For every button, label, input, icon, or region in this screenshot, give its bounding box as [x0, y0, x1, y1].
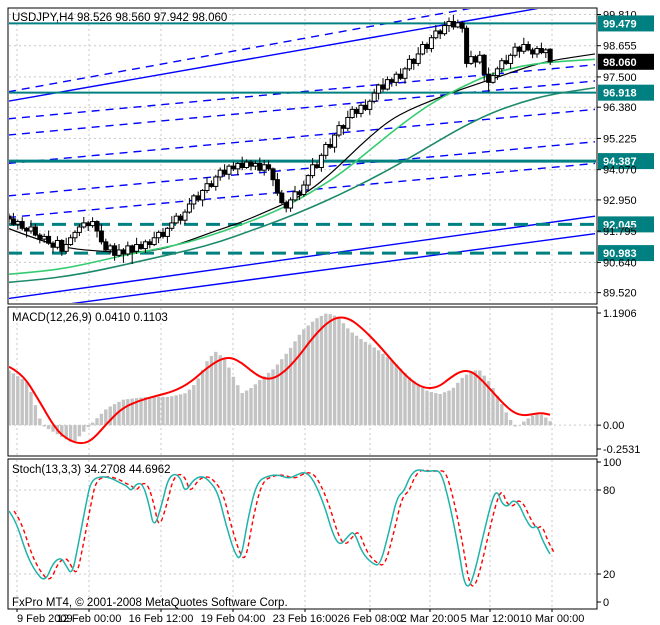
copyright-text: FxPro MT4, © 2001-2008 MetaQuotes Softwa… [12, 597, 288, 609]
time-axis-label: 19 Feb 04:00 [201, 613, 266, 625]
price-tick-label: 95.225 [603, 133, 637, 145]
symbol-title: USDJPY,H4 98.526 98.560 97.942 98.060 [12, 12, 227, 24]
stoch-axis-label: 0 [603, 597, 609, 609]
macd-axis-label: 0.00 [603, 420, 624, 432]
macd-title: MACD(12,26,9) 0.0410 0.1103 [12, 312, 168, 324]
time-axis-label: 16 Feb 12:00 [129, 613, 194, 625]
time-axis-label: 10 Mar 00:00 [520, 613, 585, 625]
time-axis-label: 2 Mar 20:00 [401, 613, 460, 625]
stoch-axis-label: 20 [603, 569, 615, 581]
time-axis-label: 26 Feb 08:00 [338, 613, 403, 625]
macd-axis-label: -0.2531 [603, 444, 640, 456]
price-badge-label: 98.060 [603, 57, 637, 69]
price-tick-label: 98.655 [603, 41, 637, 53]
stoch-axis-label: 80 [603, 485, 615, 497]
price-tick-label: 91.795 [603, 226, 637, 238]
price-tick-label: 96.380 [603, 102, 637, 114]
main-chart-panel[interactable] [7, 7, 598, 305]
stoch-axis-label: 100 [603, 457, 621, 469]
price-tick-label: 89.520 [603, 288, 637, 300]
stoch-panel[interactable] [7, 458, 598, 610]
price-tick-label: 94.070 [603, 165, 637, 177]
price-tick-label: 90.640 [603, 257, 637, 269]
time-axis-label: 23 Feb 16:00 [273, 613, 338, 625]
price-tick-label: 92.950 [603, 195, 637, 207]
price-tick-label: 97.500 [603, 72, 637, 84]
stoch-title: Stoch(13,3,3) 34.2708 44.6962 [12, 464, 171, 476]
time-axis-label: 12 Feb 00:00 [57, 613, 122, 625]
mt4-chart-window: USDJPY,H4 98.526 98.560 97.942 98.060 MAC… [0, 0, 660, 625]
chart-canvas[interactable]: USDJPY,H4 98.526 98.560 97.942 98.060 MAC… [0, 0, 660, 625]
macd-axis-label: 1.1906 [603, 308, 637, 320]
price-badge-label: 99.479 [603, 18, 637, 30]
time-axis-label: 5 Mar 12:00 [461, 613, 520, 625]
price-badge-label: 96.918 [603, 88, 637, 100]
